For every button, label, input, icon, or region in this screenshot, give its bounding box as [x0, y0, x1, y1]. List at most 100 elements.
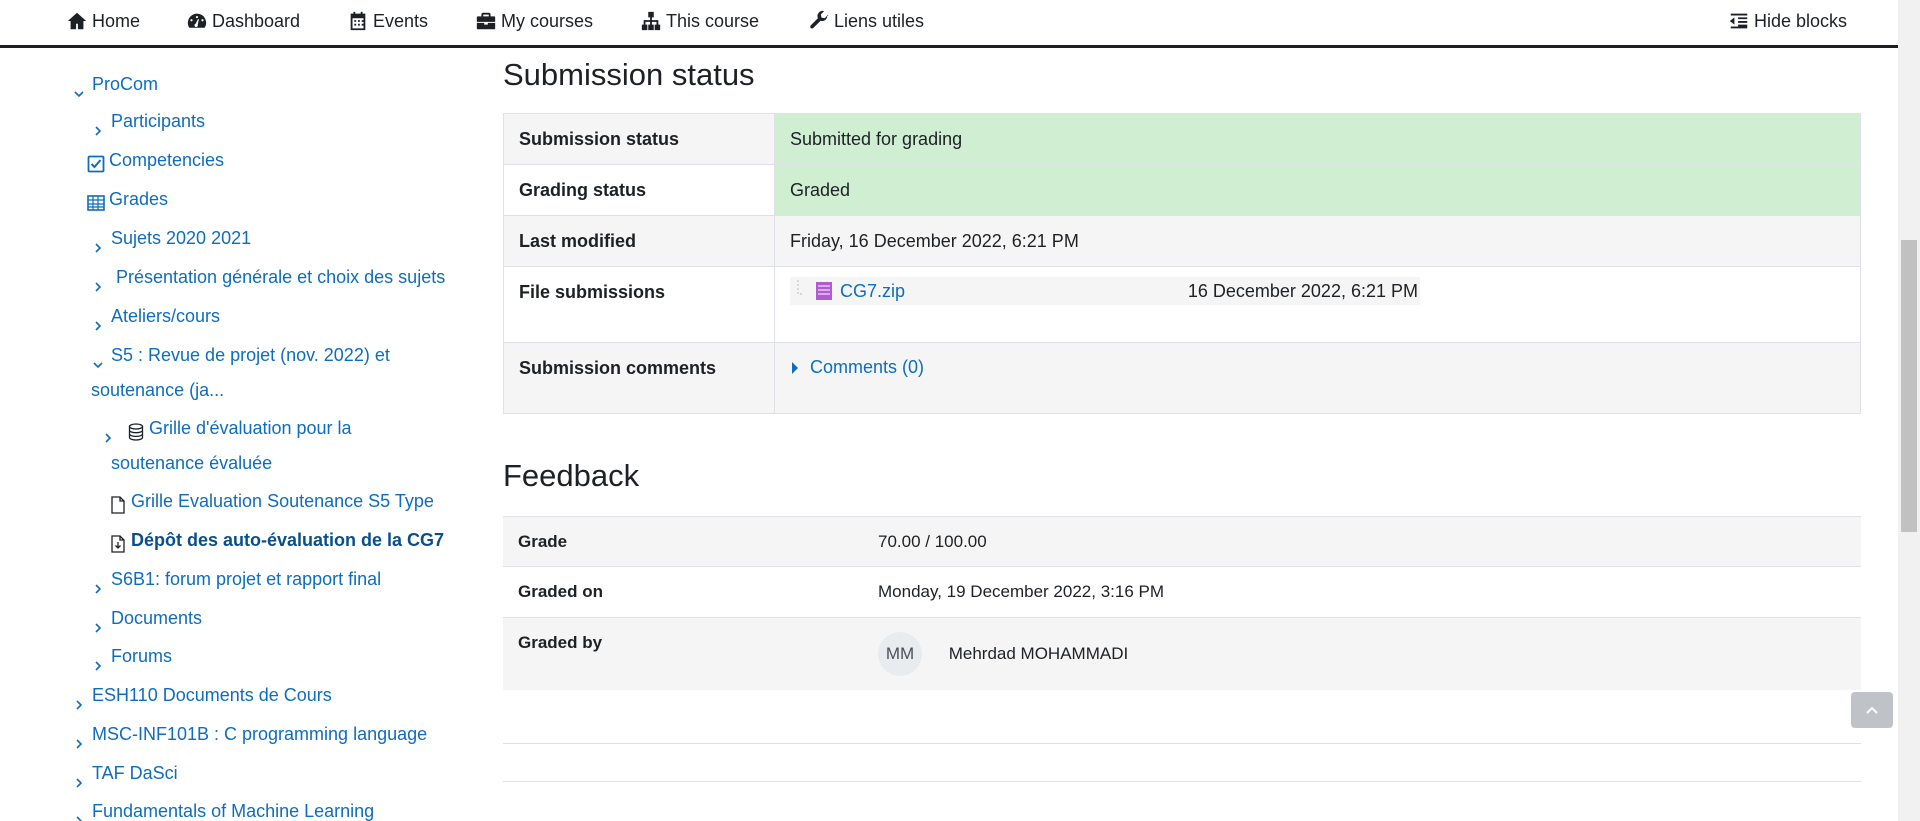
- calendar-icon: [350, 11, 366, 31]
- tree-item-label: soutenance (ja...: [91, 380, 225, 400]
- avatar[interactable]: MM: [878, 631, 922, 676]
- tree-item-label: ProCom: [92, 74, 159, 94]
- tree-item-competencies[interactable]: Competencies: [87, 143, 224, 177]
- chevron-down-icon: [72, 78, 86, 98]
- tree-item-label: Dépôt des auto-évaluation de la CG7: [131, 530, 445, 550]
- tree-item-label: S6B1: forum projet et rapport final: [111, 569, 382, 589]
- chevron-right-icon: [72, 767, 86, 788]
- divider: [503, 781, 1861, 782]
- chevron-right-icon: [91, 232, 105, 253]
- file-tree-item: CG7.zip 16 December 2022, 6:21 PM: [790, 277, 1420, 305]
- submission-status-value: Submitted for grading: [774, 113, 1861, 165]
- graded-on-value: Monday, 19 December 2022, 3:16 PM: [863, 566, 1861, 618]
- table-row: Last modified Friday, 16 December 2022, …: [503, 215, 1861, 267]
- grading-status-label: Grading status: [503, 164, 775, 216]
- wrench-icon: [810, 10, 829, 29]
- scrollbar-thumb[interactable]: [1901, 240, 1917, 532]
- nav-useful-links-label: Liens utiles: [834, 10, 925, 31]
- tree-item-procom[interactable]: ProCom: [72, 67, 158, 101]
- tree-item-ateliers[interactable]: Ateliers/cours: [91, 299, 220, 333]
- table-row: Grade 70.00 / 100.00: [503, 516, 1861, 567]
- grade-value: 70.00 / 100.00: [863, 516, 1861, 567]
- top-navbar: Home Dashboard Events My courses This co…: [0, 0, 1898, 48]
- comments-toggle[interactable]: Comments (0): [790, 357, 1845, 378]
- nav-my-courses[interactable]: My courses: [475, 9, 593, 33]
- tree-item-label: TAF DaSci: [92, 763, 178, 783]
- tree-item-grille-continued[interactable]: soutenance évaluée: [111, 446, 272, 480]
- tree-item-label: Fundamentals of Machine Learning: [92, 801, 375, 821]
- comments-link: Comments (0): [810, 357, 925, 377]
- checkbox-icon: [87, 150, 105, 173]
- vertical-scrollbar[interactable]: [1898, 0, 1920, 821]
- chevron-right-icon: [91, 650, 105, 671]
- tree-item-s5-continued[interactable]: soutenance (ja...: [91, 373, 224, 407]
- tree-item-depot-active[interactable]: Dépôt des auto-évaluation de la CG7: [109, 523, 444, 557]
- table-row: Graded on Monday, 19 December 2022, 3:16…: [503, 566, 1861, 618]
- table-row: Submission status Submitted for grading: [503, 113, 1861, 165]
- tree-item-esh110[interactable]: ESH110 Documents de Cours: [72, 678, 332, 712]
- hide-blocks-label: Hide blocks: [1754, 10, 1848, 31]
- nav-home[interactable]: Home: [66, 9, 140, 33]
- nav-this-course[interactable]: This course: [640, 9, 759, 33]
- file-submissions-label: File submissions: [503, 266, 775, 343]
- tree-item-label: Participants: [111, 111, 206, 131]
- nav-dashboard-label: Dashboard: [212, 10, 301, 31]
- tree-item-msc-inf101b[interactable]: MSC-INF101B : C programming language: [72, 717, 427, 751]
- grading-status-value: Graded: [774, 164, 1861, 216]
- submission-status-label: Submission status: [503, 113, 775, 165]
- graded-by-label: Graded by: [503, 617, 863, 690]
- main-content: Submission status Submission status Subm…: [503, 48, 1861, 821]
- feedback-table: Grade 70.00 / 100.00 Graded on Monday, 1…: [503, 516, 1861, 690]
- chevron-right-icon: [72, 689, 86, 710]
- tree-item-grille-type[interactable]: Grille Evaluation Soutenance S5 Type: [109, 484, 434, 518]
- table-row: File submissions CG7.zip 16 December 202…: [503, 266, 1861, 343]
- tree-item-s6b1[interactable]: S6B1: forum projet et rapport final: [91, 562, 381, 596]
- database-icon: [127, 418, 145, 441]
- chevron-right-icon: [72, 805, 86, 821]
- tree-item-label: Documents: [111, 608, 203, 628]
- submission-status-table: Submission status Submitted for grading …: [503, 113, 1861, 414]
- table-row: Submission comments Comments (0): [503, 342, 1861, 414]
- tree-item-documents[interactable]: Documents: [91, 601, 202, 635]
- last-modified-value: Friday, 16 December 2022, 6:21 PM: [774, 215, 1861, 267]
- tree-item-grades[interactable]: Grades: [87, 182, 168, 216]
- tree-item-s5[interactable]: S5 : Revue de projet (nov. 2022) et: [91, 338, 421, 372]
- tree-item-label: ESH110 Documents de Cours: [92, 685, 332, 705]
- back-to-top-button[interactable]: [1851, 692, 1893, 728]
- hide-blocks-button[interactable]: Hide blocks: [1728, 9, 1847, 33]
- chevron-up-icon: [1866, 706, 1878, 714]
- tree-item-sujets[interactable]: Sujets 2020 2021: [91, 221, 251, 255]
- file-link[interactable]: CG7.zip: [840, 281, 905, 302]
- submission-comments-cell: Comments (0): [774, 342, 1861, 414]
- sitemap-icon: [641, 11, 661, 31]
- grade-label: Grade: [503, 516, 863, 567]
- tree-item-label: Grille Evaluation Soutenance S5 Type: [131, 491, 434, 511]
- chevron-right-icon: [91, 310, 105, 331]
- tree-item-label: Grille d'évaluation pour la: [149, 418, 352, 438]
- graded-on-label: Graded on: [503, 566, 863, 618]
- tree-item-grille-evaluation[interactable]: Grille d'évaluation pour la: [101, 411, 352, 445]
- chevron-right-icon: [91, 573, 105, 594]
- chevron-right-icon: [101, 422, 115, 443]
- tree-item-label: Grades: [109, 189, 169, 209]
- file-icon: [109, 491, 127, 514]
- tree-item-label: Ateliers/cours: [111, 306, 221, 326]
- tree-item-presentation[interactable]: Présentation générale et choix des sujet…: [91, 260, 445, 294]
- caret-right-icon: [792, 361, 798, 374]
- home-icon: [67, 12, 87, 30]
- tree-item-forums[interactable]: Forums: [91, 639, 172, 673]
- tree-item-fml[interactable]: Fundamentals of Machine Learning: [72, 794, 374, 821]
- nav-this-course-label: This course: [666, 10, 760, 31]
- table-icon: [87, 189, 105, 211]
- file-date: 16 December 2022, 6:21 PM: [1187, 280, 1418, 301]
- nav-events[interactable]: Events: [347, 9, 428, 33]
- assignment-file-icon: [109, 530, 127, 553]
- submission-status-heading: Submission status: [503, 57, 755, 92]
- tree-item-participants[interactable]: Participants: [91, 104, 205, 138]
- tree-item-taf-dasci[interactable]: TAF DaSci: [72, 756, 178, 790]
- tree-item-label: soutenance évaluée: [111, 453, 273, 473]
- chevron-right-icon: [91, 115, 105, 136]
- nav-dashboard[interactable]: Dashboard: [186, 9, 300, 33]
- nav-useful-links[interactable]: Liens utiles: [808, 9, 924, 33]
- feedback-heading: Feedback: [503, 458, 640, 493]
